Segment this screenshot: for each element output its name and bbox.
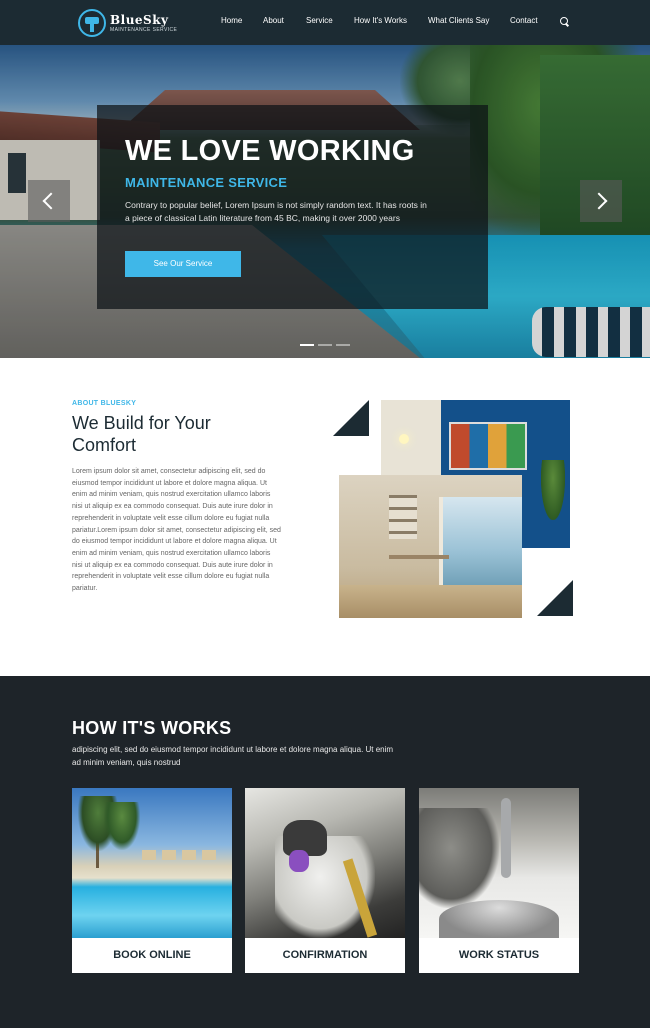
- slider-prev-arrow-icon[interactable]: [28, 180, 70, 222]
- about-section-text: Lorem ipsum dolor sit amet, consectetur …: [72, 468, 281, 593]
- slider-pagination: [300, 344, 352, 348]
- slider-dot-3[interactable]: [336, 344, 350, 346]
- step-card-book-online[interactable]: BOOK ONLINE: [72, 788, 232, 973]
- photo-floor-decoration: [339, 585, 522, 618]
- nav-item-what-clients-say[interactable]: What Clients Say: [428, 16, 489, 30]
- how-it-works-section: HOW IT'S WORKS adipiscing elit, sed do e…: [0, 676, 650, 1028]
- hero-subtitle: MAINTENANCE SERVICE: [125, 175, 288, 190]
- about-section-label: ABOUT BLUESKY: [72, 400, 137, 407]
- nav-item-how-it-works[interactable]: How It's Works: [354, 16, 407, 30]
- step-card-label: BOOK ONLINE: [113, 949, 191, 961]
- top-navigation-bar: BlueSky MAINTENANCE SERVICE Home About S…: [0, 0, 650, 45]
- search-icon[interactable]: [560, 17, 569, 26]
- hero-title: WE LOVE WORKING: [125, 135, 415, 167]
- nav-item-about[interactable]: About: [263, 16, 284, 30]
- paint-roller-logo-icon: [78, 9, 106, 37]
- confirmation-image: [245, 788, 405, 938]
- book-online-image: [72, 788, 232, 938]
- about-photo-office: [339, 475, 522, 618]
- work-status-image: [419, 788, 579, 938]
- about-section-title: We Build for Your Comfort: [72, 413, 211, 455]
- how-it-works-title: HOW IT'S WORKS: [72, 718, 232, 738]
- decorative-triangle: [537, 580, 573, 616]
- photo-painting-decoration: [449, 422, 527, 470]
- image-sink-decoration: [439, 900, 559, 938]
- step-card-work-status[interactable]: WORK STATUS: [419, 788, 579, 973]
- image-faucet-decoration: [501, 798, 511, 878]
- slider-dot-2[interactable]: [318, 344, 332, 346]
- brand-name: BlueSky: [110, 13, 169, 27]
- step-card-label: WORK STATUS: [458, 949, 540, 961]
- step-card-label: CONFIRMATION: [282, 949, 368, 961]
- slider-dot-1[interactable]: [300, 344, 314, 346]
- step-card-confirmation[interactable]: CONFIRMATION: [245, 788, 405, 973]
- how-it-works-text: adipiscing elit, sed do eiusmod tempor i…: [72, 745, 394, 767]
- brand-tagline: MAINTENANCE SERVICE: [110, 27, 178, 33]
- hero-slider: WE LOVE WORKING MAINTENANCE SERVICE Cont…: [0, 45, 650, 358]
- nav-item-service[interactable]: Service: [306, 16, 333, 30]
- image-plumber-decoration: [419, 808, 499, 908]
- image-umbrellas-decoration: [142, 850, 222, 860]
- photo-shelf-decoration: [389, 495, 417, 539]
- image-palm-decoration: [104, 802, 140, 850]
- nav-item-contact[interactable]: Contact: [510, 16, 538, 30]
- see-our-service-button[interactable]: See Our Service: [125, 251, 241, 277]
- photo-window-decoration: [439, 497, 522, 587]
- hero-caption: WE LOVE WORKING MAINTENANCE SERVICE Cont…: [97, 105, 488, 309]
- decorative-triangle: [333, 400, 369, 436]
- image-mask-decoration: [289, 850, 309, 872]
- photo-desk-decoration: [389, 555, 449, 559]
- hero-description: Contrary to popular belief, Lorem Ipsum …: [125, 200, 427, 223]
- photo-plant-decoration: [541, 460, 565, 520]
- slider-next-arrow-icon[interactable]: [580, 180, 622, 222]
- photo-lamp-decoration: [399, 434, 409, 444]
- site-logo[interactable]: BlueSky MAINTENANCE SERVICE: [78, 8, 178, 38]
- nav-item-home[interactable]: Home: [221, 16, 242, 30]
